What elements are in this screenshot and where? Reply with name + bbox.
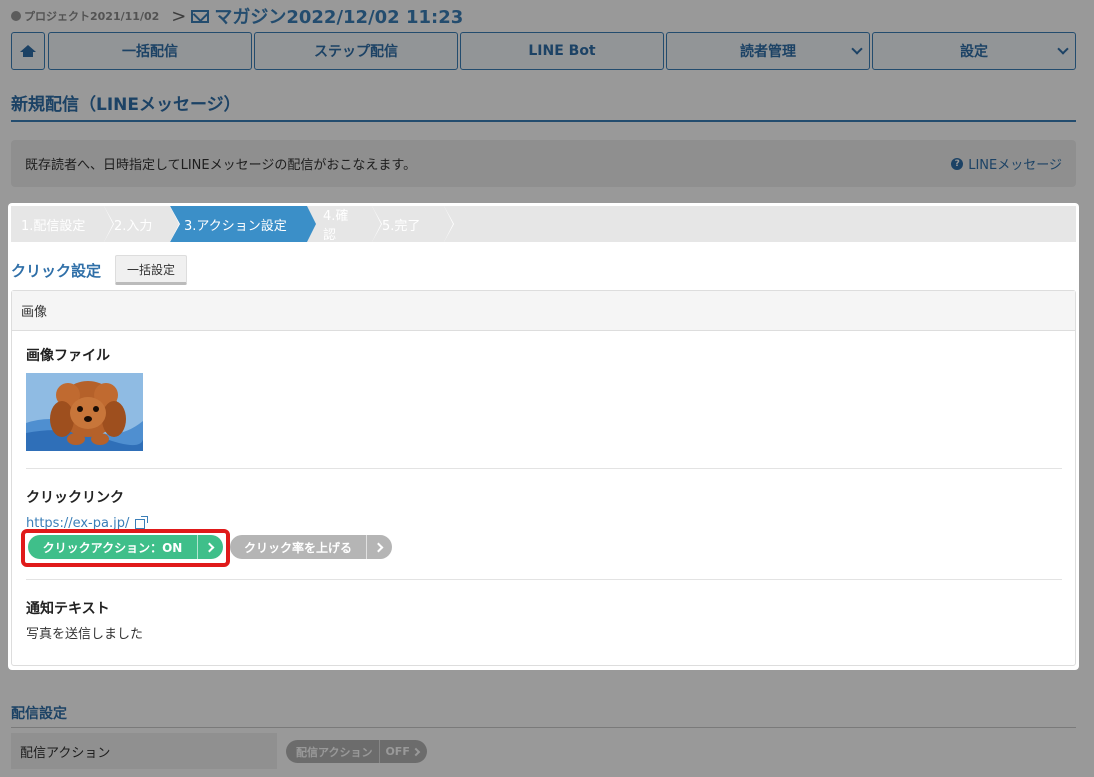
step-4-label: 4.確認 (323, 209, 349, 243)
dog-photo-icon (26, 373, 143, 451)
step-4: 4.確認 (307, 206, 382, 243)
step-arrow (170, 206, 179, 242)
step-arrow (372, 206, 381, 242)
section-divider (26, 468, 1062, 469)
step-5: 5.完了 (372, 206, 454, 242)
click-rate-button-label: クリック率を上げる (243, 540, 352, 555)
chevron-right-icon (366, 535, 392, 559)
notify-text-label: 通知テキスト (26, 601, 110, 617)
click-settings-title: クリック設定 (11, 262, 102, 280)
image-thumbnail[interactable] (26, 373, 143, 451)
image-card: 画像 画像ファイル クリックリンク https://ex-pa.jp/ クリック… (11, 290, 1076, 666)
step-1-label: 1.配信設定 (21, 218, 86, 234)
section-divider (26, 579, 1062, 580)
step-arrow (104, 206, 113, 242)
step-progress: 1.配信設定 2.入力 3.アクション設定 4.確認 5.完了 (11, 206, 1076, 243)
step-2-label: 2.入力 (114, 218, 153, 234)
step-3-label: 3.アクション設定 (184, 218, 287, 234)
bulk-settings-button[interactable]: 一括設定 (115, 255, 187, 285)
step-arrow (307, 206, 316, 242)
step-3: 3.アクション設定 (170, 206, 316, 242)
card-header: 画像 (12, 291, 1075, 331)
external-link-icon (135, 515, 149, 529)
click-link-label: クリックリンク (26, 490, 124, 506)
step-5-label: 5.完了 (382, 218, 421, 234)
image-file-label: 画像ファイル (26, 348, 110, 364)
highlight-box (21, 529, 230, 567)
step-arrow (444, 206, 453, 242)
action-settings-panel: 1.配信設定 2.入力 3.アクション設定 4.確認 5.完了 クリック設定 一… (8, 203, 1079, 670)
step-1: 1.配信設定 (11, 206, 114, 242)
click-rate-button[interactable]: クリック率を上げる (230, 535, 392, 559)
notify-text-value: 写真を送信しました (26, 627, 144, 642)
